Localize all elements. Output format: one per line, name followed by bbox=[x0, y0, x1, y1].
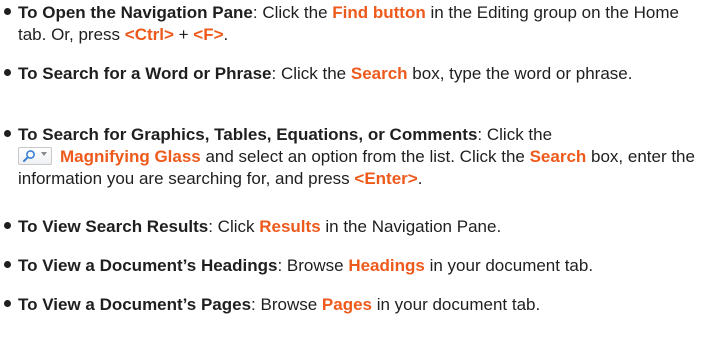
list-item-text: To View a Document’s Pages: Browse Pages… bbox=[18, 294, 701, 316]
item-text: in the Navigation Pane. bbox=[320, 217, 502, 236]
highlight-results: Results bbox=[259, 217, 321, 236]
highlight-enter-key: <Enter> bbox=[354, 169, 418, 188]
item-text: . bbox=[223, 25, 229, 44]
bullet-icon bbox=[4, 69, 11, 76]
item-text: : Browse bbox=[277, 256, 349, 275]
bullet-icon bbox=[4, 8, 11, 15]
list-item-text: To Search for a Word or Phrase: Click th… bbox=[18, 63, 701, 85]
item-title: To Open the Navigation Pane bbox=[18, 3, 253, 22]
list-item-text: To Open the Navigation Pane: Click the F… bbox=[18, 2, 701, 46]
highlight-magnifying-glass: Magnifying Glass bbox=[60, 147, 201, 166]
item-text: box, type the word or phrase. bbox=[407, 64, 633, 83]
highlight-f-key: <F> bbox=[193, 25, 224, 44]
bullet-icon bbox=[4, 300, 11, 307]
item-text: . bbox=[417, 169, 423, 188]
item-text: : Click the bbox=[271, 64, 351, 83]
bullet-icon bbox=[4, 130, 11, 137]
item-text: : Click the bbox=[252, 3, 333, 22]
chevron-down-icon bbox=[41, 152, 47, 156]
instructions-document: To Open the Navigation Pane: Click the F… bbox=[0, 0, 705, 348]
item-title: To Search for a Word or Phrase bbox=[18, 64, 272, 83]
item-title: To Search for Graphics, Tables, Equation… bbox=[18, 125, 478, 144]
item-text: in your document tab. bbox=[372, 295, 541, 314]
item-text: : Click the bbox=[477, 125, 553, 144]
item-title: To View a Document’s Headings bbox=[18, 256, 278, 275]
list-item-text: To View Search Results: Click Results in… bbox=[18, 216, 701, 238]
bullet-icon bbox=[4, 222, 11, 229]
highlight-search: Search bbox=[529, 147, 587, 166]
item-text: : Browse bbox=[251, 295, 322, 314]
bullet-icon bbox=[4, 261, 11, 268]
highlight-find-button: Find button bbox=[332, 3, 426, 22]
magnifying-glass-icon bbox=[23, 150, 35, 162]
highlight-search: Search bbox=[350, 64, 408, 83]
item-text: in your document tab. bbox=[424, 256, 594, 275]
highlight-headings: Headings bbox=[348, 256, 425, 275]
item-text: + bbox=[173, 25, 194, 44]
list-item-text: To View a Document’s Headings: Browse He… bbox=[18, 255, 701, 277]
item-text: : Click bbox=[208, 217, 260, 236]
item-text: and select an option from the list. Clic… bbox=[200, 147, 530, 166]
highlight-pages: Pages bbox=[321, 295, 372, 314]
item-title: To View Search Results bbox=[18, 217, 209, 236]
item-title: To View a Document’s Pages bbox=[18, 295, 252, 314]
magnifying-glass-dropdown-icon bbox=[18, 147, 52, 165]
list-item-text: To Search for Graphics, Tables, Equation… bbox=[18, 124, 701, 190]
highlight-ctrl-key: <Ctrl> bbox=[124, 25, 174, 44]
